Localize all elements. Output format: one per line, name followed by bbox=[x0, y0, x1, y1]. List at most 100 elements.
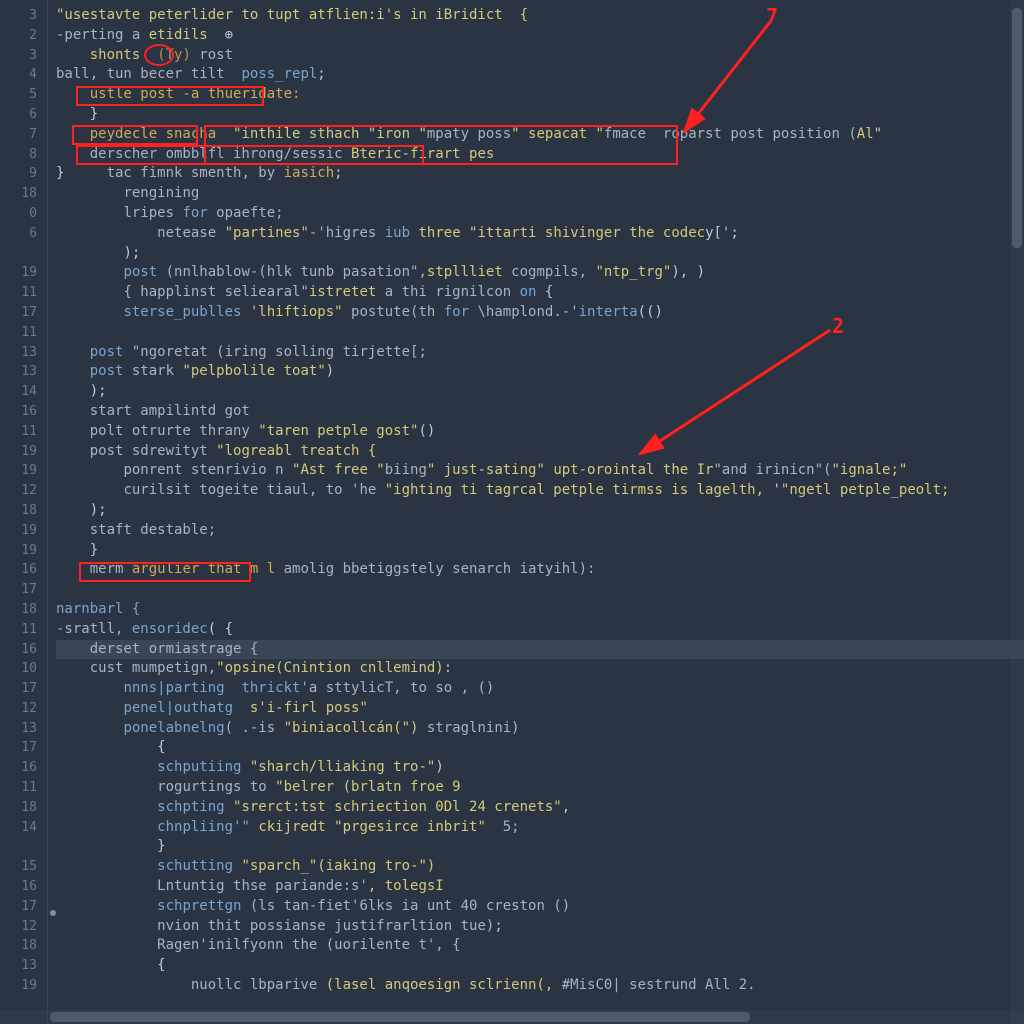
code-line[interactable]: derset ormiastrage { bbox=[56, 640, 1024, 660]
code-line[interactable]: netease "partines"-'higres iub three "it… bbox=[56, 224, 1024, 244]
code-line[interactable]: ); bbox=[56, 501, 1024, 521]
line-number: 12 bbox=[0, 917, 37, 937]
line-number: 16 bbox=[0, 877, 37, 897]
code-line[interactable]: chnpliing'" ckijredt "prgesirce inbrit" … bbox=[56, 818, 1024, 838]
code-line[interactable]: { bbox=[56, 956, 1024, 976]
line-number: 18 bbox=[0, 600, 37, 620]
line-number: 16 bbox=[0, 402, 37, 422]
code-line[interactable]: schputiing "sharch/lliaking tro-") bbox=[56, 758, 1024, 778]
code-line[interactable]: peydecle snacha "inthile sthach "iron "m… bbox=[56, 125, 1024, 145]
code-line[interactable]: schutting "sparch_"(iaking tro-") bbox=[56, 857, 1024, 877]
code-line[interactable]: derscher ombblfl ihrong/sessic Bteric-fi… bbox=[56, 145, 1024, 165]
code-line[interactable]: nnns|parting thrickt'a sttylicT, to so ,… bbox=[56, 679, 1024, 699]
code-line[interactable]: sterse_publles 'lhiftiops" postute(th fo… bbox=[56, 303, 1024, 323]
line-number: 18 bbox=[0, 501, 37, 521]
line-number: 4 bbox=[0, 65, 37, 85]
line-number: 17 bbox=[0, 303, 37, 323]
line-number: 19 bbox=[0, 521, 37, 541]
code-line[interactable]: post sdrewityt "logreabl treatch { bbox=[56, 442, 1024, 462]
code-line[interactable] bbox=[56, 323, 1024, 343]
code-line[interactable]: polt otrurte thrany "taren petple gost"(… bbox=[56, 422, 1024, 442]
code-line[interactable]: { happlinst seliearal"istretet a thi rig… bbox=[56, 283, 1024, 303]
line-number: 17 bbox=[0, 679, 37, 699]
code-line[interactable]: { bbox=[56, 738, 1024, 758]
code-line[interactable]: lripes for opaefte; bbox=[56, 204, 1024, 224]
line-number: 15 bbox=[0, 857, 37, 877]
code-line[interactable]: penel|outhatg s'i-firl poss" bbox=[56, 699, 1024, 719]
line-number: 16 bbox=[0, 640, 37, 660]
line-number: 18 bbox=[0, 184, 37, 204]
annotation-label-2: 2 bbox=[832, 314, 844, 338]
horizontal-scrollbar-thumb[interactable] bbox=[50, 1012, 750, 1022]
code-line[interactable]: } bbox=[56, 105, 1024, 125]
code-line[interactable]: staft destable; bbox=[56, 521, 1024, 541]
code-line[interactable]: ball, tun becer tilt poss_repl; bbox=[56, 65, 1024, 85]
code-line[interactable]: } bbox=[56, 837, 1024, 857]
line-number: 13 bbox=[0, 719, 37, 739]
line-number: 18 bbox=[0, 936, 37, 956]
vertical-scrollbar-thumb[interactable] bbox=[1012, 8, 1022, 248]
code-line[interactable]: schpting "srerct:tst schriection 0Dl 24 … bbox=[56, 798, 1024, 818]
code-line[interactable]: ponrent stenrivio n "Ast free "biing" ju… bbox=[56, 461, 1024, 481]
line-number bbox=[0, 837, 37, 857]
line-number: 11 bbox=[0, 620, 37, 640]
line-number: 5 bbox=[0, 85, 37, 105]
code-line[interactable]: cust mumpetign,"opsine(Cnintion cnllemin… bbox=[56, 659, 1024, 679]
code-line[interactable]: start ampilintd got bbox=[56, 402, 1024, 422]
line-number: 19 bbox=[0, 442, 37, 462]
line-number bbox=[0, 244, 37, 264]
code-line[interactable]: curilsit togeite tiaul, to 'he "ighting … bbox=[56, 481, 1024, 501]
code-editor[interactable]: 3234567891806191117111313141611191912181… bbox=[0, 0, 1024, 1024]
code-line[interactable]: Ragen'inilfyonn the (uorilente t', { bbox=[56, 936, 1024, 956]
code-line[interactable]: } bbox=[56, 541, 1024, 561]
line-number: 11 bbox=[0, 778, 37, 798]
line-number: 7 bbox=[0, 125, 37, 145]
code-line[interactable]: post stark "pelpbolile toat") bbox=[56, 362, 1024, 382]
code-line[interactable]: merm argulier that m l amolig bbetiggste… bbox=[56, 560, 1024, 580]
horizontal-scrollbar[interactable] bbox=[0, 1010, 1024, 1024]
line-number: 18 bbox=[0, 798, 37, 818]
code-line[interactable]: ); bbox=[56, 244, 1024, 264]
line-number: 11 bbox=[0, 283, 37, 303]
code-line[interactable] bbox=[56, 580, 1024, 600]
line-number-gutter[interactable]: 3234567891806191117111313141611191912181… bbox=[0, 0, 48, 1024]
line-number: 19 bbox=[0, 976, 37, 996]
code-line[interactable]: rengining bbox=[56, 184, 1024, 204]
code-line[interactable]: nuollc lbparive (lasel anqoesign sclrien… bbox=[56, 976, 1024, 996]
vertical-scrollbar[interactable] bbox=[1010, 0, 1024, 1024]
code-line[interactable]: nvion thit possianse justifrarltion tue)… bbox=[56, 917, 1024, 937]
code-line[interactable]: shonts (Ty) rost bbox=[56, 46, 1024, 66]
code-line[interactable]: -perting a etidils ⊕ bbox=[56, 26, 1024, 46]
code-line[interactable]: schprettgn (ls tan-fiet'6lks ia unt 40 c… bbox=[56, 897, 1024, 917]
code-line[interactable]: rogurtings to "belrer (brlatn froe 9 bbox=[56, 778, 1024, 798]
code-line[interactable]: ponelabnelng( .-is "biniacollcán(") stra… bbox=[56, 719, 1024, 739]
line-number: 19 bbox=[0, 263, 37, 283]
line-number: 19 bbox=[0, 461, 37, 481]
fold-indicator[interactable] bbox=[50, 910, 56, 916]
line-number: 17 bbox=[0, 738, 37, 758]
line-number: 11 bbox=[0, 323, 37, 343]
code-line[interactable]: ustle post -a thueridate: bbox=[56, 85, 1024, 105]
code-line[interactable]: Lntuntig thse pariande:s', tolegsI bbox=[56, 877, 1024, 897]
line-number: 12 bbox=[0, 481, 37, 501]
line-number: 8 bbox=[0, 145, 37, 165]
line-number: 2 bbox=[0, 26, 37, 46]
code-line[interactable]: narnbarl { bbox=[56, 600, 1024, 620]
line-number: 14 bbox=[0, 818, 37, 838]
line-number: 14 bbox=[0, 382, 37, 402]
line-number: 3 bbox=[0, 46, 37, 66]
line-number: 16 bbox=[0, 758, 37, 778]
code-area[interactable]: "usestavte peterlider to tupt atflien:i'… bbox=[48, 0, 1024, 1024]
line-number: 16 bbox=[0, 560, 37, 580]
line-number: 19 bbox=[0, 541, 37, 561]
code-line[interactable]: post (nnlhablow-(hlk tunb pasation",stpl… bbox=[56, 263, 1024, 283]
line-number: 6 bbox=[0, 224, 37, 244]
code-line[interactable]: ); bbox=[56, 382, 1024, 402]
code-line[interactable]: "usestavte peterlider to tupt atflien:i'… bbox=[56, 6, 1024, 26]
annotation-label-1: 7 bbox=[766, 4, 778, 28]
line-number: 13 bbox=[0, 343, 37, 363]
code-line[interactable]: } tac fimnk smenth, by iasich; bbox=[56, 164, 1024, 184]
code-line[interactable]: -sratll, ensoridec( { bbox=[56, 620, 1024, 640]
code-line[interactable]: post "ngoretat (iring solling tirjette[; bbox=[56, 343, 1024, 363]
line-number: 0 bbox=[0, 204, 37, 224]
